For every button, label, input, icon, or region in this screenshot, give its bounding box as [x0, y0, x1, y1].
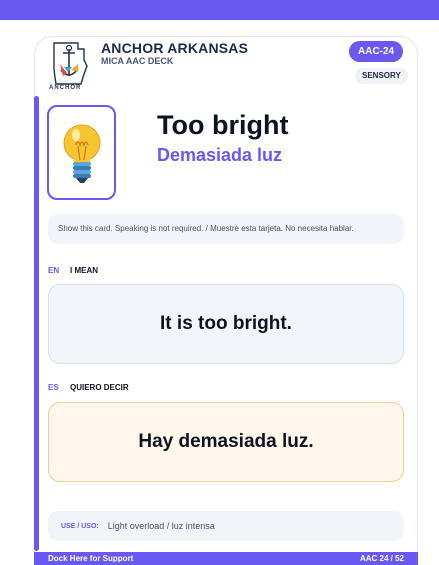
use-box: USE / USO: Light overload / luz intensa: [48, 511, 404, 541]
lang-code-en: EN: [48, 266, 60, 275]
phrase-label-en: I MEAN: [70, 266, 98, 275]
card-title-es: Demasiada luz: [157, 145, 283, 165]
brand-subtitle: MICA AAC DECK: [101, 56, 174, 66]
phrase-label-es: QUIERO DECIR: [70, 383, 129, 392]
footer-page-count: AAC 24 / 52: [359, 554, 404, 563]
card-icon-box: [47, 105, 116, 200]
card-title-en: Too bright: [157, 110, 289, 140]
anchor-logo-icon: [53, 42, 88, 85]
use-text: Light overload / luz intensa: [107, 521, 215, 531]
brand-title: ANCHOR ARKANSAS: [101, 40, 249, 56]
logo-wordmark: ANCHOR: [49, 85, 82, 91]
card-accent-rail: [34, 96, 39, 551]
top-bar: [0, 0, 439, 20]
lightbulb-icon: [63, 124, 100, 183]
card-id-badge: AAC-24: [349, 41, 404, 62]
phrase-en-button[interactable]: It is too bright.: [48, 284, 404, 364]
lang-code-es: ES: [48, 383, 59, 392]
footer-bar: Dock Here for Support AAC 24 / 52: [34, 552, 418, 565]
use-label: USE / USO:: [61, 522, 99, 530]
footer-support-link[interactable]: Dock Here for Support: [48, 554, 133, 563]
category-badge: SENSORY: [355, 68, 408, 84]
phrase-es-button[interactable]: Hay demasiada luz.: [48, 402, 404, 482]
instruction-banner: Show this card. Speaking is not required…: [48, 214, 404, 244]
